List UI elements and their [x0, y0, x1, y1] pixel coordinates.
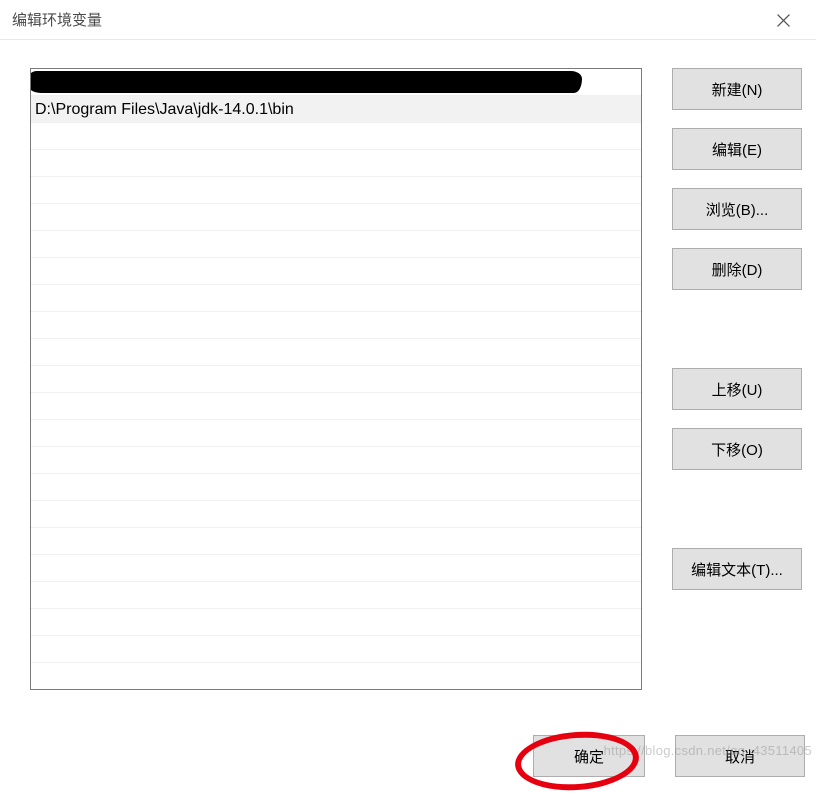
list-item-empty[interactable] — [31, 420, 641, 447]
list-item-empty[interactable] — [31, 636, 641, 663]
window-title: 编辑环境变量 — [12, 9, 102, 30]
list-item-empty[interactable] — [31, 663, 641, 690]
list-item-empty[interactable] — [31, 177, 641, 204]
browse-button[interactable]: 浏览(B)... — [672, 188, 802, 230]
list-item-empty[interactable] — [31, 285, 641, 312]
list-item-empty[interactable] — [31, 555, 641, 582]
list-item-empty[interactable] — [31, 258, 641, 285]
edit-button[interactable]: 编辑(E) — [672, 128, 802, 170]
close-button[interactable] — [760, 0, 806, 40]
list-item-empty[interactable] — [31, 609, 641, 636]
list-item-empty[interactable] — [31, 474, 641, 501]
titlebar: 编辑环境变量 — [0, 0, 816, 40]
list-item-empty[interactable] — [31, 582, 641, 609]
list-item-empty[interactable] — [31, 123, 641, 150]
list-item[interactable] — [31, 69, 641, 96]
list-item-empty[interactable] — [31, 393, 641, 420]
list-item-empty[interactable] — [31, 447, 641, 474]
list-item-empty[interactable] — [31, 528, 641, 555]
path-listbox[interactable]: D:\Program Files\Java\jdk-14.0.1\bin — [30, 68, 642, 690]
list-item-empty[interactable] — [31, 150, 641, 177]
list-item-empty[interactable] — [31, 204, 641, 231]
new-button[interactable]: 新建(N) — [672, 68, 802, 110]
list-item-empty[interactable] — [31, 339, 641, 366]
list-item-empty[interactable] — [31, 231, 641, 258]
list-item-empty[interactable] — [31, 312, 641, 339]
list-item[interactable]: D:\Program Files\Java\jdk-14.0.1\bin — [31, 96, 641, 123]
watermark-text: https://blog.csdn.net/qq_43511405 — [604, 743, 812, 758]
delete-button[interactable]: 删除(D) — [672, 248, 802, 290]
edit-text-button[interactable]: 编辑文本(T)... — [672, 548, 802, 590]
move-down-button[interactable]: 下移(O) — [672, 428, 802, 470]
move-up-button[interactable]: 上移(U) — [672, 368, 802, 410]
side-button-column: 新建(N) 编辑(E) 浏览(B)... 删除(D) 上移(U) 下移(O) 编… — [672, 68, 802, 730]
redacted-entry — [31, 71, 582, 93]
close-icon — [777, 14, 790, 27]
list-item-empty[interactable] — [31, 366, 641, 393]
list-item-empty[interactable] — [31, 501, 641, 528]
content-area: D:\Program Files\Java\jdk-14.0.1\bin 新建(… — [0, 40, 816, 730]
